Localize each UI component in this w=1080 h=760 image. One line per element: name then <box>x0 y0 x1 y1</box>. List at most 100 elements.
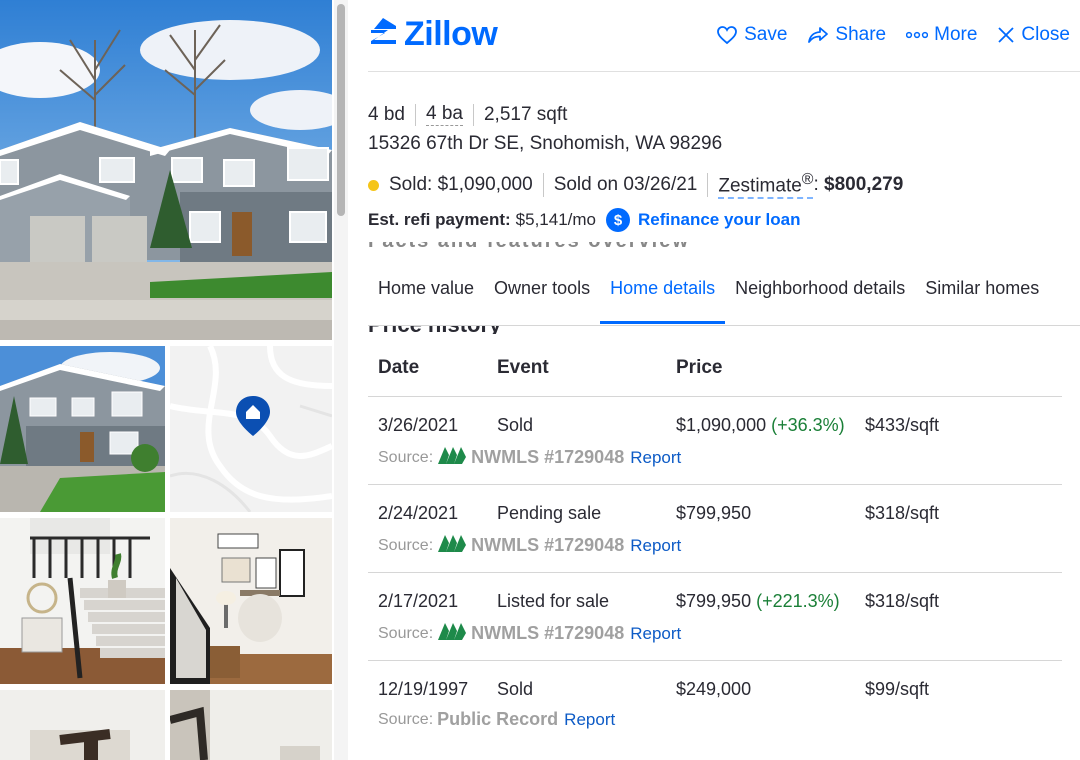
row-source: Source: NWMLS #1729048 Report <box>378 445 681 470</box>
row-price-change: (+36.3%) <box>771 415 845 435</box>
living-room-thumbnail[interactable] <box>170 518 332 684</box>
zillow-logo[interactable]: Zillow <box>368 14 498 53</box>
close-button[interactable]: Close <box>997 24 1070 46</box>
tab-home-details[interactable]: Home details <box>600 266 726 324</box>
sold-date: Sold on 03/26/21 <box>553 174 698 196</box>
zestimate-colon: : <box>813 174 825 196</box>
baths-count[interactable]: 4 ba <box>425 103 463 126</box>
more-label: More <box>934 24 978 45</box>
sale-status-row: Sold: $1,090,000 Sold on 03/26/21 Zestim… <box>368 171 904 200</box>
more-button[interactable]: More <box>906 24 977 46</box>
scrollbar-thumb[interactable] <box>337 4 345 216</box>
column-header-date: Date <box>378 357 420 378</box>
report-link[interactable]: Report <box>630 536 681 556</box>
row-date: 12/19/1997 <box>378 679 469 699</box>
source-label: Source: <box>378 448 434 466</box>
map-thumbnail[interactable] <box>170 346 332 512</box>
divider <box>414 103 416 126</box>
source-name: NWMLS #1729048 <box>471 623 625 643</box>
share-button[interactable]: Share <box>807 24 886 46</box>
nwmls-logo-icon <box>437 621 467 646</box>
source-name: Public Record <box>437 709 559 729</box>
staircase-thumbnail[interactable] <box>0 518 165 684</box>
beds-count: 4 bd <box>368 103 405 125</box>
property-address: 15326 67th Dr SE, Snohomish, WA 98296 <box>368 133 723 154</box>
gallery-scrollbar[interactable] <box>334 0 348 760</box>
heart-icon <box>716 25 738 45</box>
column-header-price: Price <box>676 357 723 378</box>
divider <box>542 173 544 198</box>
close-icon <box>997 26 1015 44</box>
source-label: Source: <box>378 536 434 554</box>
source-name: NWMLS #1729048 <box>471 447 625 467</box>
table-row: 12/19/1997 Sold $249,000 $99/sqft Source… <box>368 661 1062 749</box>
row-price-per-sqft: $318/sqft <box>865 591 940 611</box>
price-history-heading-clipped: Price history <box>368 326 568 334</box>
row-date: 2/17/2021 <box>378 591 459 611</box>
interior-thumbnail-6[interactable] <box>170 690 332 760</box>
zillow-logo-text: Zillow <box>404 14 498 53</box>
interior-thumbnail-5[interactable] <box>0 690 165 760</box>
row-source: Source: Public Record Report <box>378 709 615 730</box>
tab-owner-tools[interactable]: Owner tools <box>484 266 600 324</box>
table-header: Date Event Price <box>368 340 1062 397</box>
home-detail-panel: Zillow Save Share More Close 4 bd 4 ba 2… <box>348 0 1080 760</box>
refinance-link[interactable]: Refinance your loan <box>638 210 800 230</box>
table-row: 2/17/2021 Listed for sale $799,950 (+221… <box>368 573 1062 661</box>
zestimate-link[interactable]: Zestimate® <box>718 171 814 200</box>
source-name: NWMLS #1729048 <box>471 535 625 555</box>
row-price-cell: $799,950 (+221.3%) <box>676 591 840 612</box>
price-history-table: Date Event Price 3/26/2021 Sold $1,090,0… <box>368 340 1062 749</box>
save-button[interactable]: Save <box>716 24 787 46</box>
row-price-per-sqft: $433/sqft <box>865 415 940 435</box>
photo-gallery <box>0 0 332 760</box>
row-date: 2/24/2021 <box>378 503 459 523</box>
tab-similar-homes[interactable]: Similar homes <box>915 266 1049 324</box>
more-icon <box>906 30 929 40</box>
header-bar: Zillow Save Share More Close <box>368 0 1080 72</box>
row-price: $799,950 <box>676 503 752 523</box>
row-price: $249,000 <box>676 679 752 699</box>
section-tabs: Home value Owner tools Home details Neig… <box>368 266 1080 326</box>
row-source: Source: NWMLS #1729048 Report <box>378 533 681 558</box>
row-event: Sold <box>497 415 534 435</box>
sold-status-dot-icon <box>368 179 379 191</box>
refi-payment-value: $5,141/mo <box>515 210 596 229</box>
source-label: Source: <box>378 710 434 728</box>
divider <box>707 173 709 198</box>
clipped-heading: Facts and features overview <box>368 242 888 252</box>
row-event: Sold <box>497 679 534 699</box>
exterior-thumbnail[interactable] <box>0 346 165 512</box>
refinance-row: Est. refi payment: $5,141/mo $ Refinance… <box>368 208 800 232</box>
row-date: 3/26/2021 <box>378 415 459 435</box>
divider <box>472 103 474 126</box>
row-price-change: (+221.3%) <box>756 591 840 611</box>
tab-neighborhood-details[interactable]: Neighborhood details <box>725 266 915 324</box>
report-link[interactable]: Report <box>630 624 681 644</box>
tab-home-value[interactable]: Home value <box>368 266 484 324</box>
table-row: 3/26/2021 Sold $1,090,000 (+36.3%) $433/… <box>368 397 1062 485</box>
report-link[interactable]: Report <box>564 710 615 730</box>
row-price-per-sqft: $99/sqft <box>865 679 930 699</box>
row-price-cell: $1,090,000 (+36.3%) <box>676 415 845 436</box>
zestimate-value: $800,279 <box>824 174 904 196</box>
main-house-photo[interactable] <box>0 0 332 340</box>
row-price: $799,950 <box>676 591 752 611</box>
report-link[interactable]: Report <box>630 448 681 468</box>
table-row: 2/24/2021 Pending sale $799,950 $318/sqf… <box>368 485 1062 573</box>
row-price: $1,090,000 <box>676 415 767 435</box>
source-label: Source: <box>378 624 434 642</box>
close-label: Close <box>1021 24 1070 45</box>
sold-price: Sold: $1,090,000 <box>389 174 533 196</box>
scrolled-content-fragment: Facts and features overview <box>368 242 888 252</box>
refi-payment-label: Est. refi payment: <box>368 210 511 229</box>
save-label: Save <box>744 24 788 45</box>
share-label: Share <box>835 24 887 45</box>
dollar-badge-icon: $ <box>606 208 630 232</box>
nwmls-logo-icon <box>437 445 467 470</box>
registered-mark: ® <box>801 171 814 188</box>
row-source: Source: NWMLS #1729048 Report <box>378 621 681 646</box>
price-history-title: Price history <box>368 326 568 334</box>
zestimate-label: Zestimate <box>718 175 802 197</box>
header-actions: Save Share More Close <box>716 24 1070 46</box>
